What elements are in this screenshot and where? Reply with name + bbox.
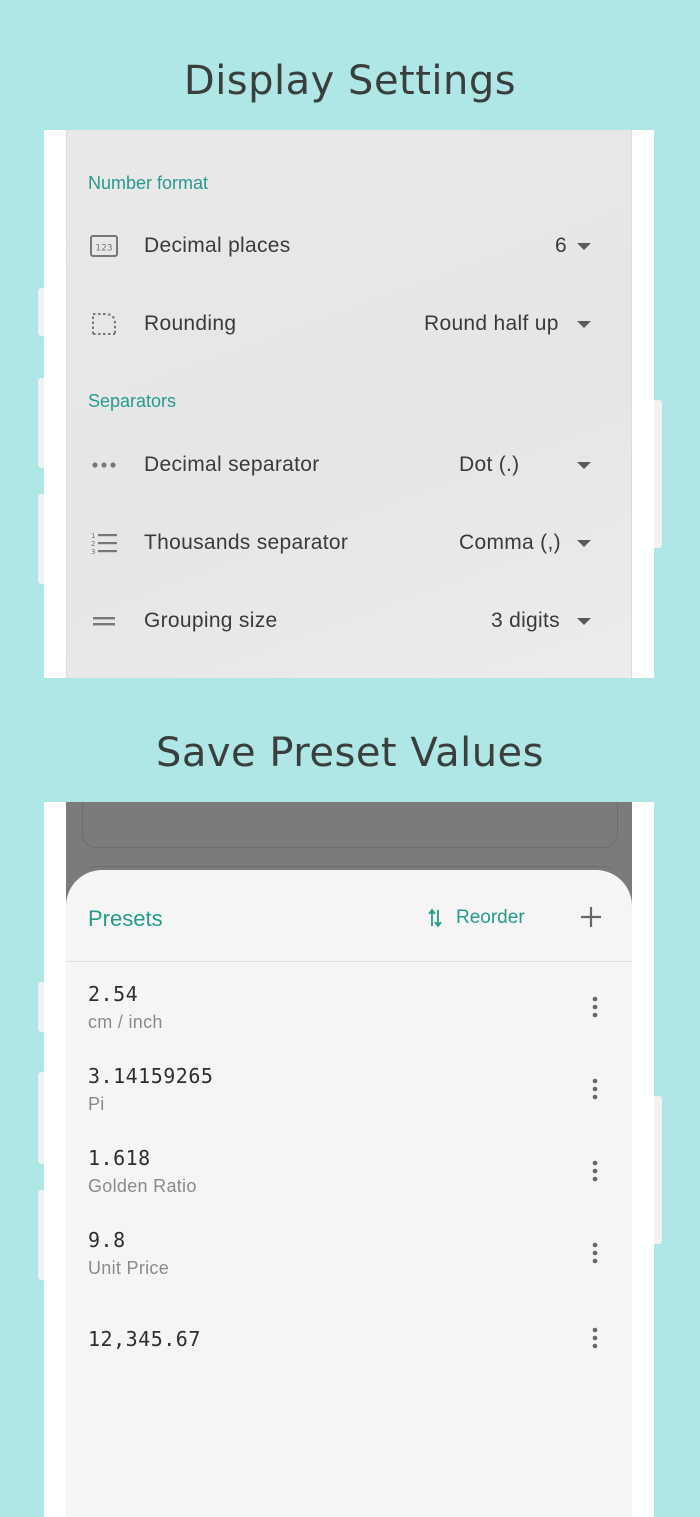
settings-panel: Number format 123 Decimal places 6 Round… — [66, 130, 632, 678]
preset-value: 2.54 — [88, 982, 139, 1006]
section-title-number-format: Number format — [88, 173, 209, 193]
dimmed-card — [82, 802, 618, 848]
preset-name: Golden Ratio — [88, 1176, 197, 1196]
setting-label: Rounding — [144, 312, 237, 335]
more-vert-icon[interactable] — [588, 1240, 602, 1266]
display-settings-screen: Number format 123 Decimal places 6 Round… — [44, 130, 654, 678]
svg-text:3: 3 — [91, 548, 95, 556]
setting-label: Decimal places — [144, 234, 291, 257]
preset-name: Pi — [88, 1094, 105, 1114]
more-vert-icon[interactable] — [588, 1325, 602, 1351]
reorder-button[interactable]: Reorder — [428, 904, 525, 932]
preset-name: cm / inch — [88, 1012, 163, 1032]
sheet-title: Presets — [88, 906, 163, 931]
numeric-123-icon: 123 — [89, 232, 119, 260]
setting-row-thousands-separator[interactable]: 1 2 3 Thousands separator Comma (,) — [67, 523, 633, 563]
svg-text:2: 2 — [91, 540, 95, 548]
rounding-icon — [89, 310, 119, 338]
swap-vertical-icon — [428, 908, 442, 928]
setting-row-rounding[interactable]: Rounding Round half up — [67, 304, 633, 344]
setting-value-dropdown[interactable]: Round half up — [424, 312, 559, 336]
caret-down-icon — [577, 462, 591, 469]
svg-text:1: 1 — [91, 532, 95, 540]
setting-label: Grouping size — [144, 609, 278, 632]
caret-down-icon — [577, 540, 591, 547]
preset-item[interactable]: 9.8 Unit Price — [66, 1228, 632, 1298]
preset-item[interactable]: 2.54 cm / inch — [66, 982, 632, 1052]
setting-label: Thousands separator — [144, 531, 349, 554]
preset-value: 3.14159265 — [88, 1064, 214, 1088]
preset-item[interactable]: 1.618 Golden Ratio — [66, 1146, 632, 1216]
format-list-numbered-icon: 1 2 3 — [89, 529, 119, 557]
setting-value-dropdown[interactable]: 3 digits — [491, 609, 560, 633]
add-preset-button[interactable] — [578, 904, 604, 930]
setting-value-dropdown[interactable]: Dot (.) — [459, 453, 519, 477]
presets-screen: Presets Reorder 2.54 cm / inch 3.1415926… — [44, 802, 654, 1517]
plus-icon — [581, 907, 601, 927]
preset-item[interactable]: 3.14159265 Pi — [66, 1064, 632, 1134]
setting-value-dropdown[interactable]: 6 — [555, 234, 567, 258]
presets-bottom-sheet: Presets Reorder 2.54 cm / inch 3.1415926… — [66, 870, 632, 1517]
preset-value: 12,345.67 — [88, 1327, 201, 1351]
equal-icon — [89, 607, 119, 635]
caret-down-icon — [577, 618, 591, 625]
more-vert-icon[interactable] — [588, 994, 602, 1020]
setting-row-grouping-size[interactable]: Grouping size 3 digits — [67, 601, 633, 641]
preset-name: Unit Price — [88, 1258, 170, 1278]
sheet-header: Presets Reorder — [66, 870, 632, 962]
headline-save-preset-values: Save Preset Values — [155, 730, 545, 776]
caret-down-icon — [577, 321, 591, 328]
setting-row-decimal-places[interactable]: 123 Decimal places 6 — [67, 226, 633, 266]
reorder-label: Reorder — [456, 907, 525, 928]
section-title-separators: Separators — [88, 391, 177, 411]
headline-display-settings: Display Settings — [183, 58, 517, 104]
more-vert-icon[interactable] — [588, 1158, 602, 1184]
more-vert-icon[interactable] — [588, 1076, 602, 1102]
preset-value: 9.8 — [88, 1228, 126, 1252]
setting-label: Decimal separator — [144, 453, 320, 476]
setting-row-decimal-separator[interactable]: Decimal separator Dot (.) — [67, 445, 633, 485]
caret-down-icon — [577, 243, 591, 250]
preset-value: 1.618 — [88, 1146, 151, 1170]
setting-value-dropdown[interactable]: Comma (,) — [459, 531, 561, 555]
dots-horizontal-icon — [89, 451, 119, 479]
preset-item[interactable]: 12,345.67 — [66, 1327, 632, 1397]
svg-text:123: 123 — [95, 244, 112, 254]
